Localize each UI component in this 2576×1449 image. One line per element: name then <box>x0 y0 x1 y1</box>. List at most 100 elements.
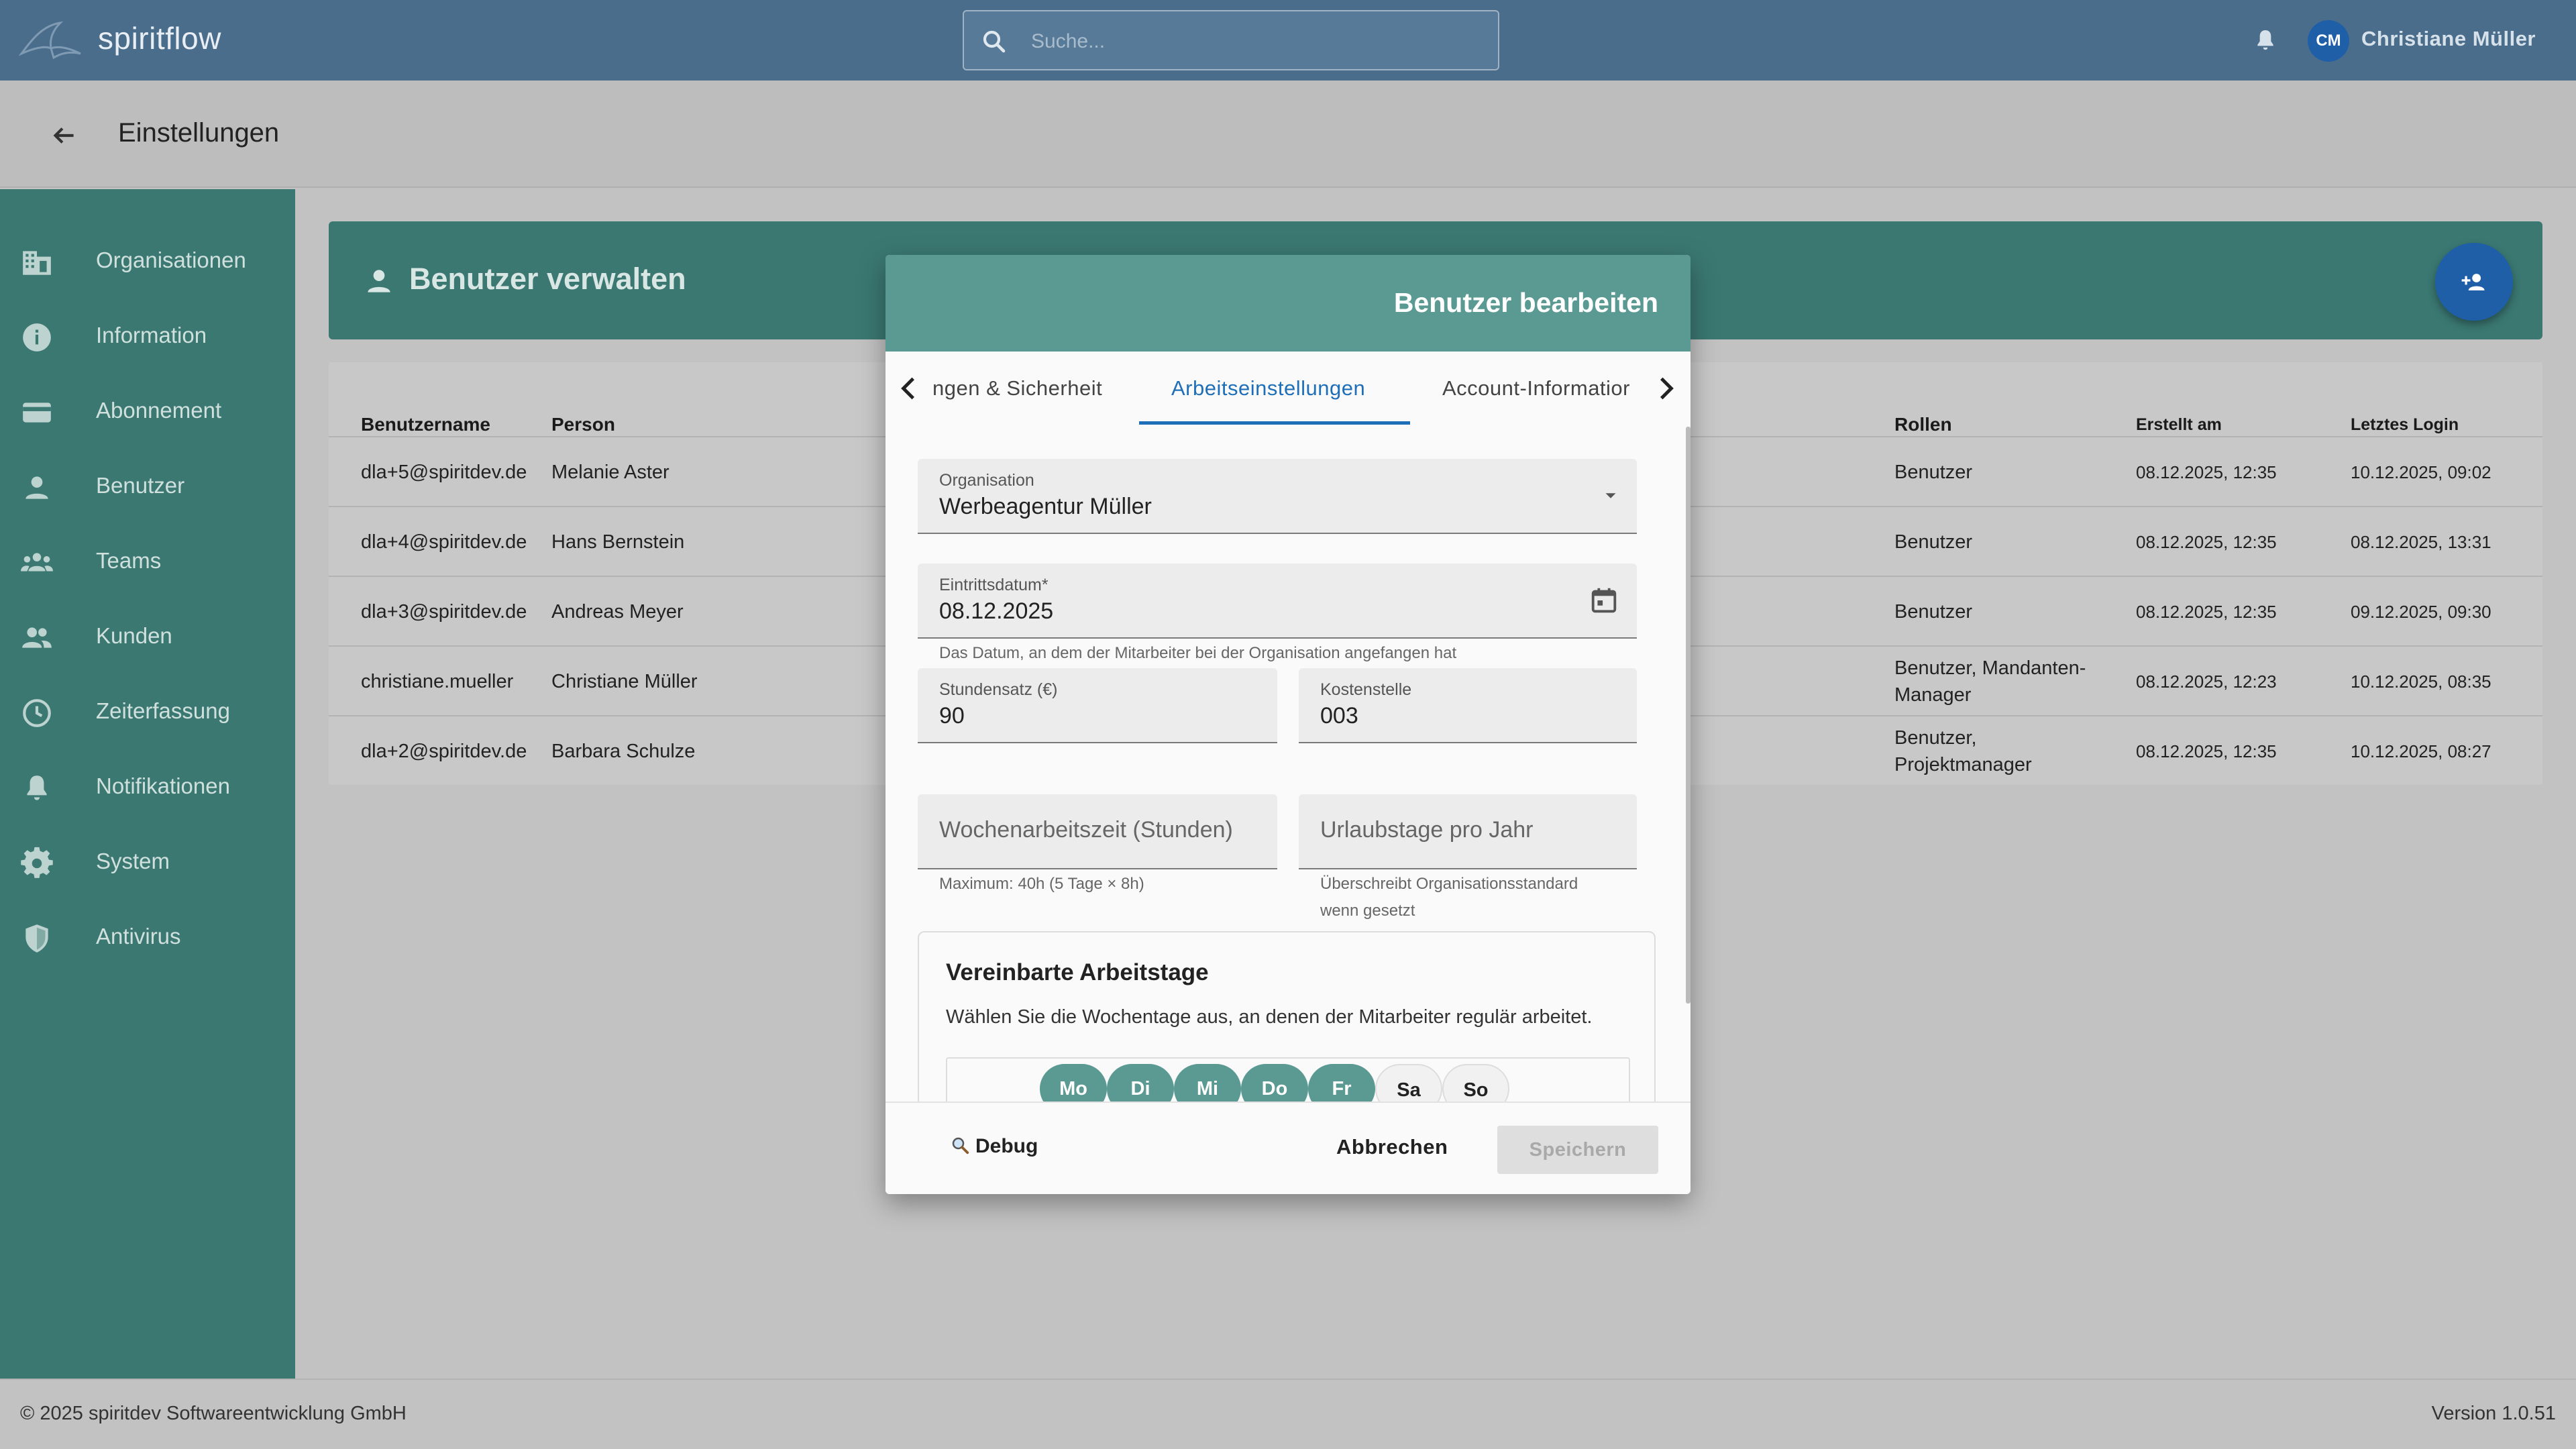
sidebar-item-notifikationen[interactable]: Notifikationen <box>0 751 295 818</box>
page-title: Einstellungen <box>118 118 280 148</box>
sidebar-item-information[interactable]: Information <box>0 301 295 368</box>
created-cell: 08.12.2025, 12:35 <box>2136 532 2277 552</box>
add-user-button[interactable] <box>2435 243 2513 321</box>
sidebar: Organisationen Information Abonnement Be… <box>0 189 295 1379</box>
created-cell: 08.12.2025, 12:35 <box>2136 602 2277 622</box>
created-cell: 08.12.2025, 12:23 <box>2136 672 2277 692</box>
workdays-title: Vereinbarte Arbeitstage <box>946 959 1209 985</box>
person-cell: Barbara Schulze <box>551 741 696 762</box>
dialog-tabs: ngen & Sicherheit Arbeitseinstellungen A… <box>885 352 1690 425</box>
sidebar-item-antivirus[interactable]: Antivirus <box>0 902 295 969</box>
edit-user-dialog: Benutzer bearbeiten ngen & Sicherheit Ar… <box>885 255 1690 1194</box>
sidebar-item-label: Benutzer <box>96 473 185 498</box>
organisation-select[interactable]: Organisation Werbeagentur Müller <box>918 459 1637 534</box>
last-login-cell: 10.12.2025, 09:02 <box>2351 462 2491 482</box>
search-input[interactable] <box>1031 25 1474 58</box>
sidebar-item-label: Information <box>96 323 207 347</box>
username-cell: dla+3@spiritdev.de <box>361 601 527 623</box>
username-cell: dla+5@spiritdev.de <box>361 462 527 483</box>
roles-cell: Benutzer <box>1894 462 1973 483</box>
user-name[interactable]: Christiane Müller <box>2361 27 2536 51</box>
sidebar-item-zeiterfassung[interactable]: Zeiterfassung <box>0 676 295 743</box>
created-cell: 08.12.2025, 12:35 <box>2136 741 2277 761</box>
info-icon <box>23 323 51 352</box>
page-footer: © 2025 spiritdev Softwareentwicklung Gmb… <box>0 1379 2576 1449</box>
person-icon <box>25 476 48 499</box>
sidebar-item-label: Organisationen <box>96 248 246 272</box>
dialog-title: Benutzer bearbeiten <box>1393 287 1658 318</box>
chevron-left-icon[interactable] <box>892 372 926 405</box>
person-cell: Hans Bernstein <box>551 531 685 553</box>
brand-name[interactable]: spiritflow <box>98 20 221 56</box>
gear-icon <box>21 847 53 878</box>
sidebar-item-label: Notifikationen <box>96 773 230 798</box>
roles-cell: Benutzer, Mandanten-Manager <box>1894 657 2086 706</box>
vacation-days-field[interactable]: Urlaubstage pro Jahr <box>1299 794 1637 869</box>
last-login-cell: 10.12.2025, 08:27 <box>2351 741 2491 761</box>
sidebar-item-benutzer[interactable]: Benutzer <box>0 451 295 518</box>
person-cell: Melanie Aster <box>551 462 669 483</box>
debug-label: Debug <box>975 1135 1038 1157</box>
sidebar-item-teams[interactable]: Teams <box>0 526 295 593</box>
person-cell: Andreas Meyer <box>551 601 684 623</box>
logo-icon <box>19 21 81 60</box>
group-icon <box>21 553 53 572</box>
tab-arbeitseinstellungen[interactable]: Arbeitseinstellungen <box>1171 352 1365 425</box>
people-icon <box>22 627 52 648</box>
hourly-rate-label: Stundensatz (€) <box>939 680 1058 699</box>
dialog-header: Benutzer bearbeiten <box>885 255 1690 352</box>
organisation-label: Organisation <box>939 471 1034 490</box>
page-header: Einstellungen <box>0 80 2576 188</box>
back-arrow-icon[interactable] <box>47 119 80 152</box>
username-cell: dla+2@spiritdev.de <box>361 741 527 762</box>
save-button[interactable]: Speichern <box>1497 1126 1658 1174</box>
shield-icon <box>25 924 48 953</box>
tab-account-informationen[interactable]: Account-Informatior <box>1442 352 1644 425</box>
notification-bell-icon[interactable] <box>2252 25 2279 55</box>
entry-date-value: 08.12.2025 <box>939 598 1054 624</box>
entry-date-hint: Das Datum, an dem der Mitarbeiter bei de… <box>939 644 1457 662</box>
cancel-button[interactable]: Abbrechen <box>1336 1135 1448 1159</box>
cost-center-field[interactable]: Kostenstelle 003 <box>1299 668 1637 743</box>
sidebar-item-label: Kunden <box>96 623 172 648</box>
sidebar-item-label: System <box>96 849 170 873</box>
weekly-hours-placeholder: Wochenarbeitszeit (Stunden) <box>939 817 1233 843</box>
debug-button[interactable]: Debug <box>950 1135 1038 1158</box>
search-icon <box>983 30 1006 53</box>
sidebar-item-system[interactable]: System <box>0 826 295 894</box>
chevron-right-icon[interactable] <box>1649 372 1682 405</box>
last-login-cell: 08.12.2025, 13:31 <box>2351 532 2491 552</box>
vacation-days-placeholder: Urlaubstage pro Jahr <box>1320 817 1534 843</box>
calendar-icon[interactable] <box>1589 585 1619 616</box>
magnifier-icon <box>952 1137 969 1155</box>
credit-card-icon <box>23 402 51 423</box>
copyright-text: © 2025 spiritdev Softwareentwicklung Gmb… <box>20 1403 407 1424</box>
hourly-rate-field[interactable]: Stundensatz (€) 90 <box>918 668 1277 743</box>
active-tab-indicator <box>1139 421 1410 425</box>
hourly-rate-value: 90 <box>939 703 965 729</box>
created-cell: 08.12.2025, 12:35 <box>2136 462 2277 482</box>
last-login-cell: 10.12.2025, 08:35 <box>2351 672 2491 692</box>
roles-cell: Benutzer <box>1894 601 1973 623</box>
sidebar-item-abonnement[interactable]: Abonnement <box>0 376 295 443</box>
tab-einstellungen-sicherheit[interactable]: ngen & Sicherheit <box>932 352 1108 425</box>
cost-center-label: Kostenstelle <box>1320 680 1412 699</box>
user-avatar[interactable]: CM <box>2308 20 2349 62</box>
search-field[interactable] <box>963 10 1499 70</box>
weekly-hours-field[interactable]: Wochenarbeitszeit (Stunden) <box>918 794 1277 869</box>
username-cell: dla+4@spiritdev.de <box>361 531 527 553</box>
roles-cell: Benutzer <box>1894 531 1973 553</box>
panel-title: Benutzer verwalten <box>409 262 686 296</box>
entry-date-label: Eintrittsdatum* <box>939 576 1049 594</box>
bell-icon <box>27 775 47 800</box>
entry-date-field[interactable]: Eintrittsdatum* 08.12.2025 <box>918 564 1637 639</box>
clock-icon <box>23 699 51 727</box>
person-icon <box>368 270 390 292</box>
sidebar-item-kunden[interactable]: Kunden <box>0 601 295 668</box>
sidebar-item-label: Abonnement <box>96 398 222 423</box>
building-icon <box>23 251 51 275</box>
cost-center-value: 003 <box>1320 703 1358 729</box>
sidebar-item-organisationen[interactable]: Organisationen <box>0 225 295 292</box>
username-cell: christiane.mueller <box>361 671 514 692</box>
dialog-scrollbar[interactable] <box>1686 427 1690 1004</box>
